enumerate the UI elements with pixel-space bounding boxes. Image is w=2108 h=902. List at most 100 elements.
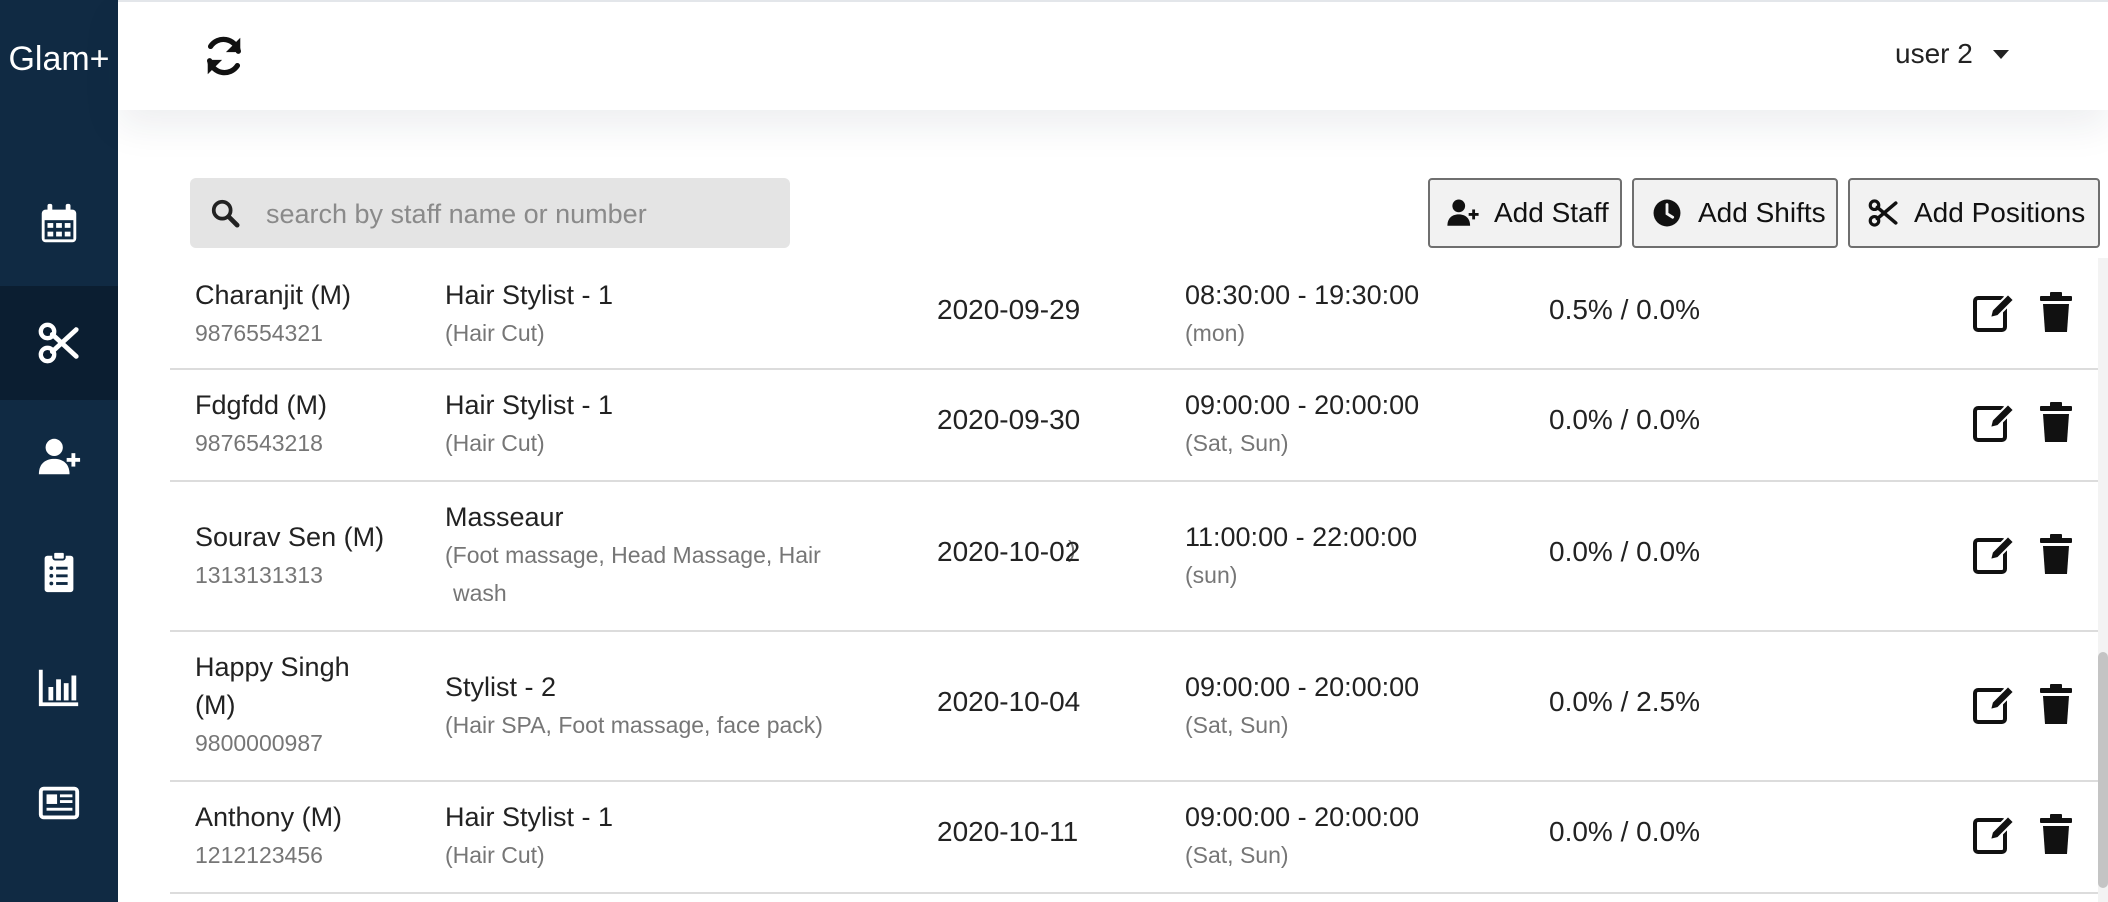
shift-cell: 09:00:00 - 20:00:00 (Sat, Sun) (1185, 386, 1419, 462)
clipboard-list-icon (44, 550, 74, 593)
position-services: (Foot massage, Head Massage, Hair (445, 542, 821, 568)
commission: 0.0% / 2.5% (1549, 686, 1700, 717)
staff-name: Happy Singh (195, 652, 350, 682)
user-plus-icon (1447, 199, 1479, 226)
staff-name: Sourav Sen (M) (195, 522, 385, 552)
edit-icon[interactable] (1970, 530, 2018, 578)
position-services-cont: wash (453, 580, 507, 606)
trash-icon[interactable] (2032, 288, 2080, 336)
add-positions-label: Add Positions (1914, 197, 2086, 228)
join-date: 2020-09-30 (937, 404, 1081, 435)
table-row: Charanjit (M) 9876554321 Hair Stylist - … (170, 258, 2098, 370)
commission: 0.5% / 0.0% (1549, 294, 1700, 325)
trash-icon[interactable] (2032, 530, 2080, 578)
brand-logo[interactable]: Glam+ (0, 40, 118, 79)
sidebar-item-add-user[interactable] (0, 400, 118, 514)
position-cell: Stylist - 2 (Hair SPA, Foot massage, fac… (445, 668, 915, 744)
shift-cell: 09:00:00 - 20:00:00 (Sat, Sun) (1185, 798, 1419, 874)
row-actions (1970, 530, 2080, 578)
commission: 0.0% / 0.0% (1549, 816, 1700, 847)
clock-icon (1653, 199, 1681, 227)
shift-days: (Sat, Sun) (1185, 842, 1289, 868)
row-actions (1970, 398, 2080, 446)
sidebar-item-reports-list[interactable] (0, 515, 118, 629)
position-services: (Hair Cut) (445, 320, 545, 346)
position-name: Hair Stylist - 1 (445, 802, 614, 832)
table-row: Happy Singh (M) 9800000987 Stylist - 2 (… (170, 632, 2098, 782)
table-row: Fdgfdd (M) 9876543218 Hair Stylist - 1 (… (170, 370, 2098, 482)
user-menu[interactable]: user 2 (1895, 38, 2009, 70)
staff-phone: 9876554321 (195, 320, 323, 346)
staff-name-cell: Happy Singh (M) 9800000987 (195, 648, 410, 762)
staff-name-cont: (M) (195, 690, 236, 720)
staff-name-cell: Fdgfdd (M) 9876543218 (195, 386, 410, 462)
shift-days: (Sat, Sun) (1185, 712, 1289, 738)
sidebar-item-news[interactable] (0, 746, 118, 860)
add-staff-button[interactable]: Add Staff (1428, 178, 1622, 248)
position-cell: Masseaur (Foot massage, Head Massage, Ha… (445, 498, 915, 612)
caret-down-icon (1992, 49, 2009, 59)
shift-time: 08:30:00 - 19:30:00 (1185, 280, 1420, 310)
commission: 0.0% / 0.0% (1549, 536, 1700, 567)
staff-name-cell: Anthony (M) 1212123456 (195, 798, 410, 874)
refresh-icon (206, 36, 242, 76)
join-date: 2020-10-02 (937, 536, 1081, 567)
sidebar-item-calendar[interactable] (0, 167, 118, 281)
scissors-icon (38, 322, 79, 364)
staff-name-cell: Charanjit (M) 9876554321 (195, 276, 410, 352)
position-cell: Hair Stylist - 1 (Hair Cut) (445, 798, 915, 874)
position-services: (Hair Cut) (445, 842, 545, 868)
edit-icon[interactable] (1970, 398, 2018, 446)
add-shifts-button[interactable]: Add Shifts (1632, 178, 1838, 248)
row-actions (1970, 810, 2080, 858)
staff-phone: 9800000987 (195, 730, 323, 756)
search-input[interactable] (264, 178, 778, 250)
calendar-icon (41, 203, 77, 243)
position-name: Hair Stylist - 1 (445, 280, 614, 310)
staff-phone: 1212123456 (195, 842, 323, 868)
staff-name: Anthony (M) (195, 802, 343, 832)
trash-icon[interactable] (2032, 398, 2080, 446)
search-icon (211, 199, 240, 228)
shift-days: (mon) (1185, 320, 1246, 346)
join-date: 2020-09-29 (937, 294, 1081, 325)
edit-icon[interactable] (1970, 288, 2018, 336)
position-name: Masseaur (445, 502, 564, 532)
staff-phone: 1313131313 (195, 562, 323, 588)
bar-chart-icon (38, 669, 79, 707)
shift-cell: 11:00:00 - 22:00:00 (sun) (1185, 518, 1417, 594)
shift-cell: 08:30:00 - 19:30:00 (mon) (1185, 276, 1419, 352)
position-cell: Hair Stylist - 1 (Hair Cut) (445, 386, 915, 462)
edit-icon[interactable] (1970, 810, 2018, 858)
top-bar (118, 0, 2108, 110)
table-row: Sourav Sen (M) 1313131313 Masseaur (Foot… (170, 482, 2098, 632)
sidebar-item-analytics[interactable] (0, 630, 118, 744)
sidebar: Glam+ (0, 0, 118, 902)
add-positions-button[interactable]: Add Positions (1848, 178, 2100, 248)
add-shifts-label: Add Shifts (1698, 197, 1826, 228)
staff-table: Charanjit (M) 9876554321 Hair Stylist - … (170, 258, 2098, 894)
shift-time: 09:00:00 - 20:00:00 (1185, 390, 1420, 420)
scrollbar-thumb[interactable] (2098, 652, 2108, 888)
newspaper-icon (38, 786, 80, 820)
table-row: Anthony (M) 1212123456 Hair Stylist - 1 … (170, 782, 2098, 894)
user-name: user 2 (1895, 38, 1973, 69)
shift-cell: 09:00:00 - 20:00:00 (Sat, Sun) (1185, 668, 1419, 744)
trash-icon[interactable] (2032, 680, 2080, 728)
shift-time: 09:00:00 - 20:00:00 (1185, 802, 1420, 832)
commission: 0.0% / 0.0% (1549, 404, 1700, 435)
row-actions (1970, 680, 2080, 728)
sidebar-item-staff[interactable] (0, 286, 118, 400)
search-box (190, 178, 790, 250)
position-services: (Hair Cut) (445, 430, 545, 456)
add-staff-label: Add Staff (1494, 197, 1609, 228)
refresh-button[interactable] (198, 30, 250, 82)
trash-icon[interactable] (2032, 810, 2080, 858)
staff-name-cell: Sourav Sen (M) 1313131313 (195, 518, 410, 594)
shift-time: 09:00:00 - 20:00:00 (1185, 672, 1420, 702)
staff-name: Charanjit (M) (195, 280, 352, 310)
shift-time: 11:00:00 - 22:00:00 (1185, 522, 1418, 552)
staff-phone: 9876543218 (195, 430, 323, 456)
edit-icon[interactable] (1970, 680, 2018, 728)
join-date: 2020-10-11 (937, 816, 1079, 847)
